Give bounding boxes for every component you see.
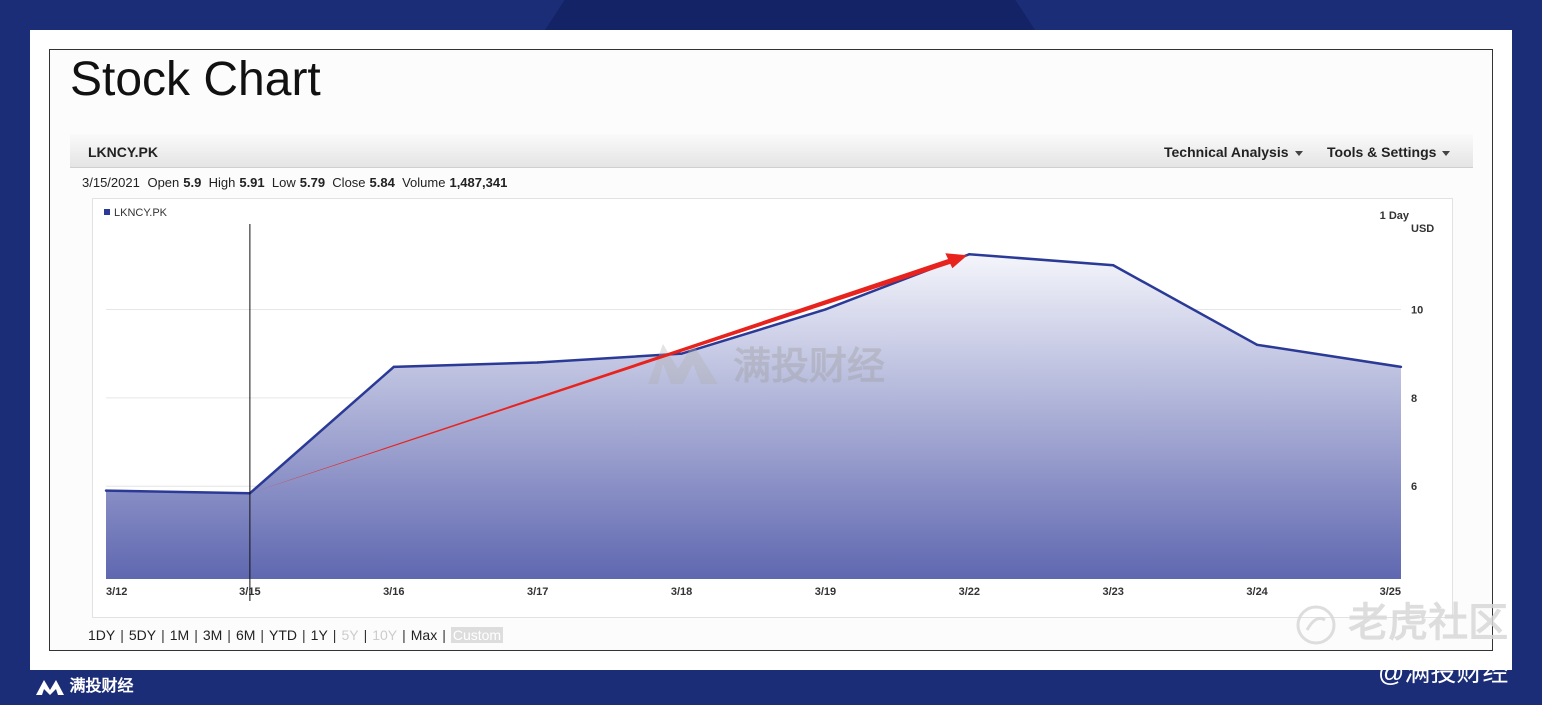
legend-swatch [104,209,110,215]
range-1m[interactable]: 1M [170,627,189,643]
range-separator: | [363,627,368,643]
chart-toolbar: LKNCY.PK Technical Analysis Tools & Sett… [70,134,1473,168]
range-separator: | [194,627,198,643]
chevron-down-icon [1442,150,1451,156]
y-tick-label: 6 [1411,481,1417,493]
y-tick-label: 8 [1411,393,1417,405]
range-5y: 5Y [341,627,359,643]
range-separator: | [442,627,446,643]
range-max[interactable]: Max [411,627,437,643]
price-chart: 3/12 3/15 3/16 3/17 3/18 3/19 3/22 3/23 3/24 3/25… [104,207,1434,601]
chevron-down-icon [1294,150,1303,156]
ticker-symbol: LKNCY.PK [88,144,159,160]
range-separator: | [120,627,124,643]
data-point [1112,264,1115,267]
range-10y: 10Y [372,627,398,643]
watermark-text: 老虎社区 [1348,601,1509,645]
range-separator: | [332,627,337,643]
watermark-text: 满投财经 [733,344,885,388]
quote-summary: 3/15/2021 Open 5.9 High 5.91 Low 5.79 Close… [82,175,507,190]
data-point [392,365,395,369]
close-value: 5.84 [369,175,395,190]
open-value: 5.9 [183,175,202,190]
interval-label: 1 Day [1380,210,1410,222]
range-selector: 1DY | 5DY | 1M | 3M | 6M | YTD | 1Y | 5Y | 10Y | Max | Custo… [88,627,504,643]
low-label: Low [271,175,296,190]
range-custom[interactable]: Custom [450,627,504,643]
range-1dy[interactable]: 1DY [88,627,115,643]
range-separator: | [161,627,165,643]
y-tick-label: 10 [1411,304,1423,316]
technical-analysis-menu[interactable]: Technical Analysis [1164,144,1303,160]
data-point [968,253,971,256]
legend-label: LKNCY.PK [114,207,168,219]
high-value: 5.91 [239,175,265,190]
x-tick-label: 3/22 [959,586,980,598]
data-point [536,361,539,364]
range-separator: | [402,627,406,643]
x-tick-label: 3/23 [1103,586,1124,598]
range-5dy[interactable]: 5DY [129,627,156,643]
range-separator: | [302,627,306,643]
data-point [1399,365,1403,369]
close-label: Close [332,175,366,190]
x-tick-label: 3/16 [383,586,404,598]
page-title: Stock Chart [70,53,321,106]
tiger-logo-icon [1296,605,1336,645]
low-value: 5.79 [299,175,326,190]
data-point [824,308,827,311]
tools-settings-label: Tools & Settings [1327,144,1437,160]
data-point [680,352,683,355]
data-point [1255,343,1259,347]
currency-label: USD [1411,223,1434,235]
x-tick-label: 3/17 [527,586,548,598]
technical-analysis-label: Technical Analysis [1164,144,1289,160]
watermark-bottom-left: 满投财经 [35,672,133,697]
open-label: Open [147,175,180,190]
tools-settings-menu[interactable]: Tools & Settings [1327,144,1451,160]
range-1y[interactable]: 1Y [311,627,328,643]
volume-label: Volume [402,175,446,190]
range-separator: | [227,627,231,643]
range-ytd[interactable]: YTD [269,627,297,643]
x-tick-label: 3/18 [671,586,692,598]
range-separator: | [260,627,265,643]
quote-date: 3/15/2021 [82,175,140,190]
watermark-right-bottom: @满投财经 [1378,657,1509,687]
watermark-right-top: 老虎社区 [1295,590,1508,648]
series-area [106,254,1401,580]
x-tick-label: 3/12 [106,586,127,598]
background-shape [545,0,1035,30]
range-3m[interactable]: 3M [203,627,222,643]
volume-value: 1,487,341 [449,175,508,190]
x-tick-label: 3/24 [1246,586,1268,598]
data-point [104,489,108,492]
watermark-text: 满投财经 [69,678,134,695]
x-tick-label: 3/19 [815,586,836,598]
range-6m[interactable]: 6M [236,627,255,643]
plot-area[interactable]: 3/12 3/15 3/16 3/17 3/18 3/19 3/22 3/23 3/24 3/25… [92,198,1453,618]
brand-logo-icon [36,679,64,695]
high-label: High [208,175,236,190]
